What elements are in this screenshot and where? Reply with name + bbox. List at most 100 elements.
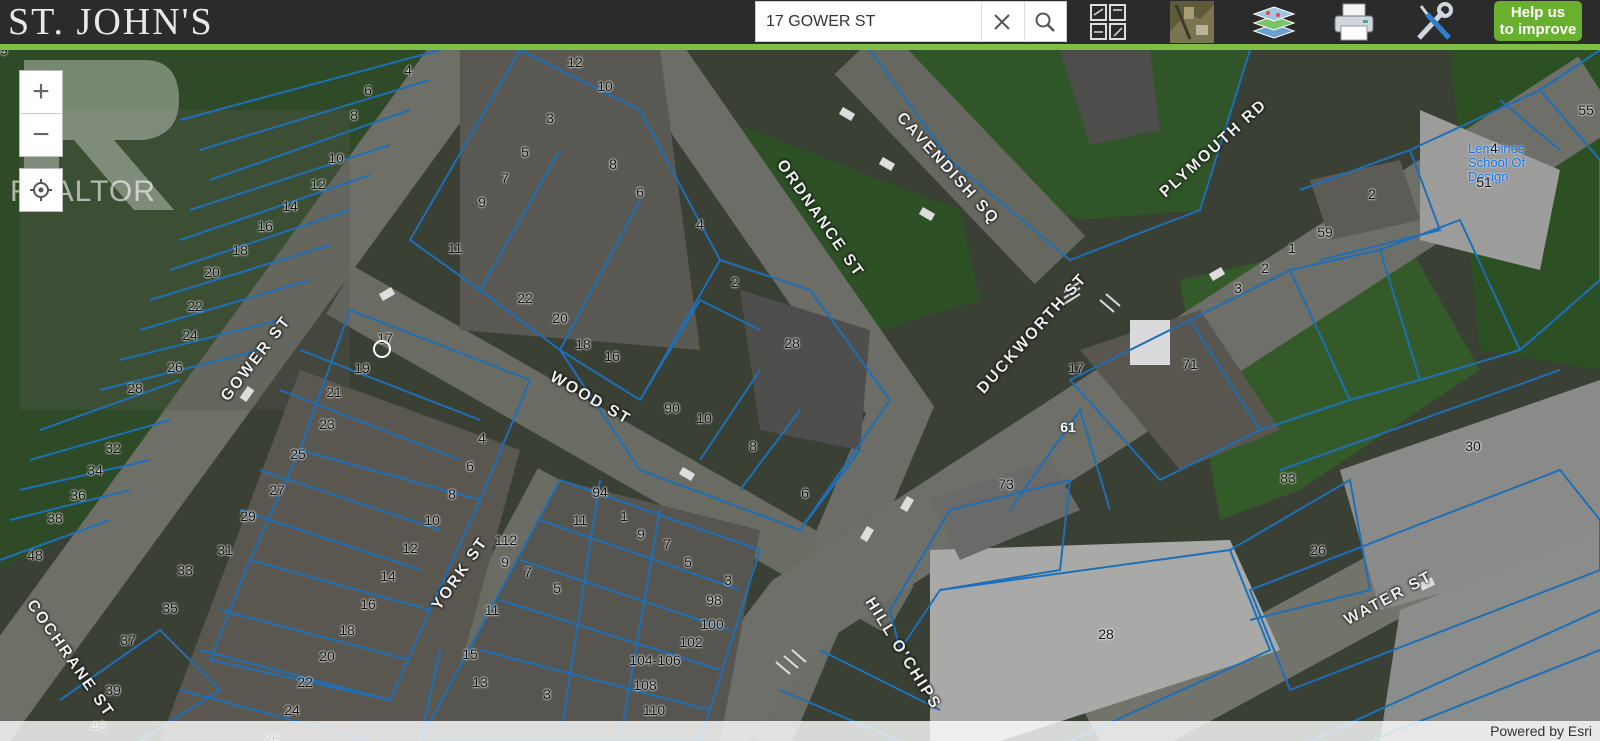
parcel-number-label: 7 — [663, 536, 671, 552]
basemap-tool-button[interactable] — [1166, 1, 1218, 43]
parcel-number-label: 110 — [642, 702, 666, 718]
parcel-number-label: 13 — [472, 674, 488, 690]
parcel-number-label: 22 — [187, 298, 203, 314]
parcel-number-label: 5 — [553, 580, 561, 596]
help-line-2: to improve — [1499, 21, 1577, 38]
parcel-number-label: 3 — [543, 686, 551, 702]
parcel-number-label: 94 — [592, 484, 608, 500]
parcel-number-label: 11 — [484, 602, 500, 618]
parcel-number-label: 61 — [1060, 419, 1076, 435]
grid-layout-icon — [1090, 4, 1126, 40]
parcel-number-label: 33 — [177, 562, 193, 578]
help-line-1: Help us — [1510, 4, 1566, 21]
clear-search-button[interactable] — [981, 2, 1022, 41]
parcel-number-label: 10 — [597, 78, 613, 94]
parcel-number-label: 4 — [478, 430, 486, 446]
parcel-number-label: 9 — [637, 526, 645, 542]
parcel-number-label: 9 — [478, 194, 486, 210]
aerial-map[interactable]: GOWER ST WOOD ST YORK ST ORDNANCE ST CAV… — [0, 50, 1600, 741]
zoom-control: + − — [19, 70, 63, 157]
parcel-number-label: 3 — [1234, 280, 1242, 296]
parcel-number-label: 24 — [284, 702, 300, 718]
parcel-number-label: 34 — [87, 462, 103, 478]
parcel-number-label: 32 — [105, 440, 121, 456]
parcel-number-label: 55 — [1578, 102, 1594, 118]
parcel-number-label: 25 — [290, 446, 306, 462]
parcel-number-label: 22 — [297, 674, 313, 690]
parcel-number-label: 2 — [1261, 260, 1269, 276]
parcel-number-label: 48 — [27, 547, 43, 563]
parcel-number-label: 11 — [572, 512, 588, 528]
parcel-number-label: 3 — [546, 110, 554, 126]
parcel-number-label: 7 — [501, 170, 509, 186]
parcel-number-label: 8 — [350, 107, 358, 123]
parcel-number-label: 102 — [679, 634, 703, 650]
map-attribution: Powered by Esri — [0, 721, 1600, 741]
parcel-number-label: 6 — [636, 184, 644, 200]
layers-icon — [1252, 6, 1296, 39]
parcel-number-label: 108 — [633, 677, 657, 693]
parcel-number-label: 71 — [1182, 356, 1198, 372]
print-tool-button[interactable] — [1328, 1, 1380, 43]
parcel-number-label: 11 — [447, 240, 463, 256]
parcel-number-label: 10 — [696, 410, 712, 426]
attribution-text: Powered by Esri — [1490, 723, 1592, 739]
parcel-number-label: 3 — [724, 572, 732, 588]
parcel-number-label: 73 — [998, 476, 1014, 492]
printer-icon — [1334, 3, 1374, 41]
parcel-number-label: 30 — [1465, 438, 1481, 454]
locate-button[interactable] — [19, 168, 63, 212]
locate-icon — [30, 179, 52, 201]
parcel-number-label: 37 — [120, 632, 136, 648]
parcel-number-label: 2 — [1368, 186, 1376, 202]
zoom-out-button[interactable]: − — [20, 113, 62, 156]
tools-tool-button[interactable] — [1408, 1, 1460, 43]
parcel-number-label: 10 — [328, 150, 344, 166]
parcel-number-label: 28 — [1098, 626, 1114, 642]
search-button[interactable] — [1024, 2, 1065, 41]
parcel-number-label: 28 — [127, 380, 143, 396]
parcel-number-label: 39 — [105, 682, 121, 698]
parcel-number-label: 5 — [521, 144, 529, 160]
parcel-number-label: 5 — [684, 554, 692, 570]
parcel-number-label: 4 — [404, 62, 412, 78]
zoom-in-button[interactable]: + — [20, 71, 62, 113]
parcel-number-label: 10 — [424, 512, 440, 528]
layers-tool-button[interactable] — [1248, 1, 1300, 43]
parcel-number-label: 27 — [269, 482, 285, 498]
help-improve-button[interactable]: Help us to improve — [1494, 1, 1582, 41]
address-search — [755, 1, 1067, 42]
parcel-number-label: 59 — [1317, 224, 1333, 240]
parcel-number-label: 12 — [310, 176, 326, 192]
parcel-number-label: 6 — [364, 82, 372, 98]
parcel-number-label: 18 — [575, 336, 591, 352]
parcel-number-label: 104-106 — [629, 652, 681, 668]
parcel-number-label: 35 — [162, 600, 178, 616]
parcel-number-label: 23 — [319, 416, 335, 432]
close-icon — [994, 13, 1010, 30]
parcel-number-label: 16 — [360, 596, 376, 612]
parcel-number-label: 14 — [282, 198, 298, 214]
parcel-number-label: 4 — [696, 216, 704, 232]
parcel-number-label: 2 — [731, 274, 739, 290]
parcel-number-label: 83 — [1280, 470, 1296, 486]
parcel-number-label: 100 — [700, 616, 724, 632]
parcel-number-label: 29 — [240, 508, 256, 524]
parcel-number-label: 28 — [784, 335, 800, 351]
parcel-number-label: 18 — [232, 242, 248, 258]
parcel-number-label: 98 — [706, 592, 722, 608]
parcel-number-label: 8 — [448, 486, 456, 502]
parcel-number-label: 26 — [167, 359, 183, 375]
poi-line-2: School Of — [1468, 155, 1526, 170]
search-icon — [1035, 12, 1055, 32]
search-input[interactable] — [756, 2, 981, 41]
parcel-number-label: 20 — [552, 310, 568, 326]
wrench-screwdriver-icon — [1417, 2, 1453, 40]
layout-tool-button[interactable] — [1082, 1, 1134, 43]
parcel-number-label: 1 — [1288, 240, 1296, 256]
parcel-number-label: 14 — [380, 568, 396, 584]
location-marker — [373, 340, 391, 358]
parcel-number-label: 112 — [494, 532, 518, 548]
parcel-number-label: 12 — [402, 540, 418, 556]
parcel-number-label: 20 — [204, 264, 220, 280]
